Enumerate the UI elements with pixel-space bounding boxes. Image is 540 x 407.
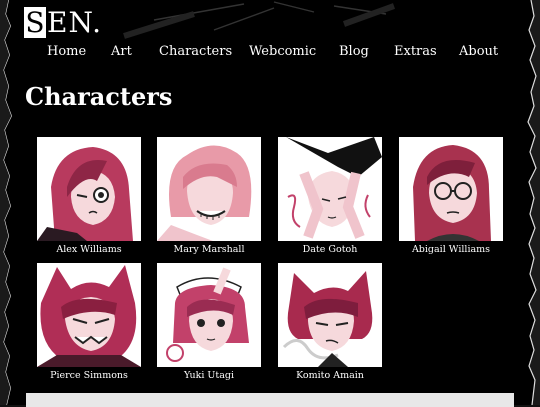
character-card[interactable]: Abigail Williams bbox=[399, 137, 503, 255]
character-name: Pierce Simmons bbox=[50, 370, 128, 381]
nav-blog[interactable]: Blog bbox=[339, 44, 369, 59]
main-nav: Home Art Characters Webcomic Blog Extras… bbox=[30, 44, 510, 62]
site-logo[interactable]: S EN. bbox=[24, 4, 102, 38]
torn-edge-right bbox=[524, 0, 540, 405]
character-portrait bbox=[399, 137, 503, 241]
nav-webcomic[interactable]: Webcomic bbox=[249, 44, 316, 59]
character-card[interactable]: Pierce Simmons bbox=[37, 263, 141, 381]
character-name: Abigail Williams bbox=[411, 244, 491, 255]
character-name: Komito Amain bbox=[296, 370, 364, 381]
nav-art[interactable]: Art bbox=[111, 44, 132, 59]
nav-about[interactable]: About bbox=[459, 44, 498, 59]
logo-text: EN. bbox=[47, 6, 103, 39]
character-portrait bbox=[278, 263, 382, 367]
character-portrait bbox=[37, 137, 141, 241]
nav-home[interactable]: Home bbox=[47, 44, 86, 59]
character-card[interactable]: Komito Amain bbox=[278, 263, 382, 381]
character-card[interactable]: Yuki Utagi bbox=[157, 263, 261, 381]
character-portrait bbox=[157, 263, 261, 367]
character-card[interactable]: Date Gotoh bbox=[278, 137, 382, 255]
page-title: Characters bbox=[25, 82, 173, 111]
character-portrait bbox=[157, 137, 261, 241]
logo-initial: S bbox=[24, 6, 46, 39]
nav-extras[interactable]: Extras bbox=[394, 44, 437, 59]
character-portrait bbox=[37, 263, 141, 367]
character-name: Alex Williams bbox=[56, 244, 122, 255]
nav-characters[interactable]: Characters bbox=[159, 44, 232, 59]
character-card[interactable]: Alex Williams bbox=[37, 137, 141, 255]
character-name: Mary Marshall bbox=[173, 244, 245, 255]
character-card[interactable]: Mary Marshall bbox=[157, 137, 261, 255]
character-name: Date Gotoh bbox=[302, 244, 358, 255]
character-name: Yuki Utagi bbox=[184, 370, 234, 381]
character-portrait bbox=[278, 137, 382, 241]
